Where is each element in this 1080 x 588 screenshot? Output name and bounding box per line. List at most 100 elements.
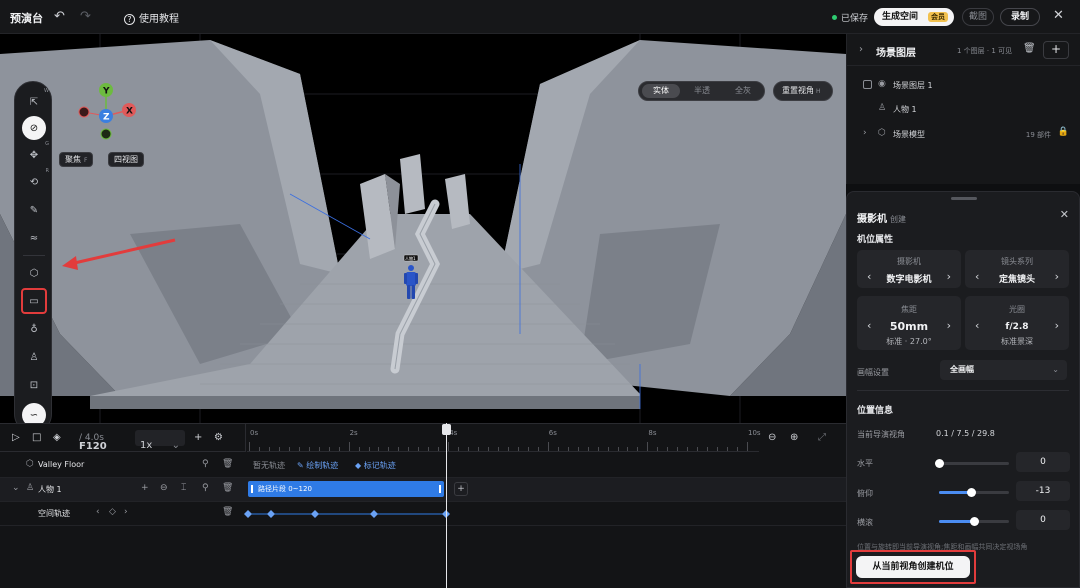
trash-icon[interactable]: 🗑 <box>222 459 233 469</box>
quad-view-button[interactable]: 四视图 <box>108 152 144 167</box>
playhead[interactable] <box>446 423 447 588</box>
aperture-card[interactable]: 光圈 ‹ f/2.8 › 标准景深 <box>965 296 1069 350</box>
pan-slider[interactable] <box>935 459 1009 468</box>
trash-icon[interactable]: 🗑 <box>1023 43 1036 54</box>
add-layer-button[interactable]: + <box>1043 41 1069 59</box>
keyframe-track[interactable] <box>244 506 454 522</box>
chevron-right-icon[interactable]: › <box>1055 319 1059 332</box>
keyframe-icon[interactable]: ◇ <box>109 507 116 517</box>
render-mode-solid[interactable]: 实体 <box>642 84 680 98</box>
next-keyframe-icon[interactable]: › <box>124 507 128 517</box>
add-icon[interactable]: + <box>141 483 149 493</box>
eye-icon[interactable]: ◉ <box>878 79 886 89</box>
move-tool[interactable]: ✥ G <box>23 141 49 166</box>
close-icon[interactable]: ✕ <box>1060 208 1069 221</box>
fullscreen-icon[interactable]: ⤢ <box>818 432 826 443</box>
pan-value[interactable]: 0 <box>1016 452 1070 472</box>
path-tool[interactable]: ≈ <box>23 227 45 249</box>
camera-tool[interactable]: ▭ <box>21 288 47 314</box>
roll-slider[interactable] <box>939 517 1009 526</box>
ruler-tick <box>627 447 629 451</box>
3d-viewport[interactable]: 人物1 ⇱ W ⊘ ✥ G ⟲ R ✎ ≈ ⬡ ▭ ♁ ♙ ⊡ ∽ Y X Z 聚焦 F… <box>0 34 846 423</box>
chevron-right-icon[interactable]: › <box>947 270 951 283</box>
focus-button[interactable]: 聚焦 F <box>59 152 94 167</box>
track-row[interactable]: 空间轨迹 ‹ ◇ › 🗑 <box>0 502 846 526</box>
playhead-handle[interactable] <box>442 424 451 435</box>
collapse-icon[interactable]: › <box>859 44 863 55</box>
light-tool[interactable]: ♁ <box>23 318 45 340</box>
keyframe[interactable] <box>267 510 275 518</box>
zoom-in-icon[interactable]: ⊕ <box>790 432 798 443</box>
play-icon[interactable]: ▷ <box>12 432 20 443</box>
track-row[interactable]: ⬡ Valley Floor ⚲ 🗑 暂无轨迹 ✎ 绘制轨迹 ◆ 标记轨迹 <box>0 454 846 478</box>
drag-handle[interactable] <box>951 197 977 200</box>
layer-item[interactable]: › ⬡ 场景模型 19 部件 🔒 <box>847 123 1080 145</box>
trash-icon[interactable]: 🗑 <box>222 483 233 493</box>
roll-value[interactable]: 0 <box>1016 510 1070 530</box>
prev-keyframe-icon[interactable]: ‹ <box>96 507 100 517</box>
keyframe[interactable] <box>244 510 252 518</box>
pen-icon: ✎ <box>29 204 39 216</box>
import-tool[interactable]: ⊡ <box>23 374 45 396</box>
keyframe[interactable] <box>370 510 378 518</box>
select-tool[interactable]: ⇱ W <box>23 88 49 113</box>
stop-icon[interactable]: □ <box>32 432 41 443</box>
render-mode-gray[interactable]: 全灰 <box>724 84 762 98</box>
help-link[interactable]: ? 使用教程 <box>124 10 179 25</box>
chevron-right-icon[interactable]: › <box>1055 270 1059 283</box>
layer-checkbox[interactable] <box>863 80 872 89</box>
cube-icon: ⬡ <box>26 459 34 469</box>
speed-select[interactable]: 1x ⌄ <box>135 430 185 451</box>
undo-icon[interactable]: ↶ <box>54 9 65 24</box>
create-camera-button[interactable]: 从当前视角创建机位 <box>856 556 970 578</box>
settings-icon[interactable]: ⚙ <box>214 432 223 443</box>
timeline-ruler[interactable]: 0s 2s 4s 6s 8s 10s <box>247 424 761 452</box>
trash-icon[interactable]: 🗑 <box>222 507 233 517</box>
redo-icon[interactable]: ↷ <box>80 9 91 24</box>
close-icon[interactable]: ✕ <box>1053 8 1064 23</box>
tilt-value[interactable]: -13 <box>1016 481 1070 501</box>
orbit-tool[interactable]: ⊘ <box>22 116 46 140</box>
chevron-right-icon[interactable]: › <box>947 319 951 332</box>
split-icon[interactable]: ⌶ <box>181 483 186 493</box>
pen-tool[interactable]: ✎ <box>23 199 45 221</box>
format-select[interactable]: 全画幅 ⌄ <box>940 360 1067 380</box>
track-row[interactable]: ⌄ ♙ 人物 1 + ⊖ ⌶ ⚲ 🗑 路径片段 0~120 + <box>0 478 846 502</box>
person-tool[interactable]: ♙ <box>23 346 45 368</box>
record-button[interactable]: 录制 <box>1000 8 1040 26</box>
layer-item[interactable]: ◉ 场景图层 1 <box>847 74 1080 96</box>
chevron-down-icon[interactable]: ⌄ <box>12 483 20 493</box>
expand-icon[interactable]: › <box>863 128 867 138</box>
lens-series-card[interactable]: 镜头系列 ‹ 定焦镜头 › <box>965 250 1069 288</box>
ruler-tick <box>428 447 430 451</box>
rotate-tool[interactable]: ⟲ R <box>23 168 49 193</box>
focal-length-card[interactable]: 焦距 ‹ 50mm › 标准 · 27.0° <box>857 296 961 350</box>
object-tool[interactable]: ⬡ <box>23 262 45 284</box>
pin-icon[interactable]: ⚲ <box>202 459 209 469</box>
reset-view-button[interactable]: 重置视角 H <box>773 81 833 101</box>
tilt-slider[interactable] <box>939 488 1009 497</box>
zoom-out-icon[interactable]: ⊖ <box>768 432 776 443</box>
route-tool[interactable]: ∽ <box>22 403 46 423</box>
lock-icon[interactable]: 🔒 <box>1058 127 1069 137</box>
layer-item[interactable]: ♙ 人物 1 <box>847 98 1080 120</box>
link-icon[interactable]: ⊖ <box>160 483 168 493</box>
screenshot-button[interactable]: 截图 <box>962 8 994 26</box>
axis-gizmo[interactable]: Y X Z <box>74 80 144 140</box>
path-segment[interactable]: 路径片段 0~120 <box>248 481 444 497</box>
draw-track-button[interactable]: ✎ 绘制轨迹 <box>297 460 338 471</box>
generate-space-button[interactable]: 生成空间 会员 <box>874 8 954 26</box>
ruler-tick <box>717 447 719 451</box>
mark-track-button[interactable]: ◆ 标记轨迹 <box>355 460 396 471</box>
slider-knob[interactable] <box>935 459 944 468</box>
keyframe[interactable] <box>311 510 319 518</box>
add-segment-button[interactable]: + <box>454 482 468 496</box>
pin-icon[interactable]: ⚲ <box>202 483 209 493</box>
slider-knob[interactable] <box>970 517 979 526</box>
keyframe-icon[interactable]: ◈ <box>53 432 61 443</box>
ruler-tick <box>458 447 460 451</box>
render-mode-translucent[interactable]: 半透 <box>683 84 721 98</box>
add-track-icon[interactable]: + <box>194 432 202 443</box>
slider-knob[interactable] <box>967 488 976 497</box>
camera-type-card[interactable]: 摄影机 ‹ 数字电影机 › <box>857 250 961 288</box>
